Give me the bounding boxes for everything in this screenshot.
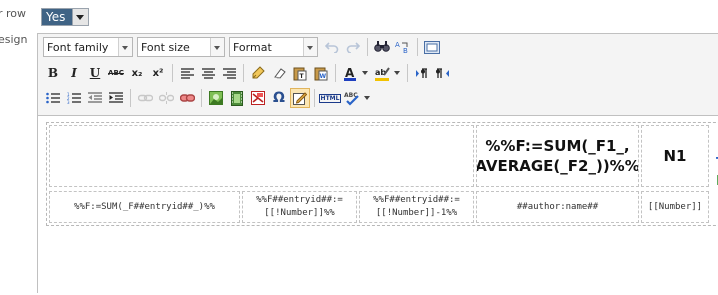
highlight-color-icon[interactable]: ab	[372, 63, 392, 83]
toolbar-separator	[130, 89, 131, 107]
format-label: Format	[233, 40, 272, 54]
anchor-icon[interactable]	[177, 88, 197, 108]
toolbar-row-1: Font family Font size Format AB	[43, 36, 443, 58]
italic-label: I	[71, 66, 77, 80]
table-header-cell[interactable]: %%F:=SUM(_F1_, AVERAGE(_F2_))%%	[476, 125, 639, 187]
superscript-label: x²	[152, 67, 164, 79]
font-size-dropdown[interactable]: Font size	[137, 37, 225, 57]
html-label: HTML	[318, 93, 342, 103]
cell-text: ##author:name##	[516, 201, 599, 212]
chevron-down-icon[interactable]	[393, 63, 401, 83]
svg-text:W: W	[320, 73, 327, 80]
editor-content-area[interactable]: %%F:=SUM(_F1_, AVERAGE(_F2_))%% N1 T M %…	[38, 115, 718, 295]
toolbar-row-2: B I U ABC x₂ x² T W A ab	[43, 62, 454, 84]
align-center-icon[interactable]	[198, 63, 218, 83]
toolbar-separator	[243, 64, 244, 82]
yes-no-select[interactable]: Yes	[41, 8, 89, 26]
omega-label: Ω	[273, 90, 285, 106]
chevron-down-icon[interactable]	[118, 38, 132, 56]
svg-text:A: A	[345, 66, 355, 80]
bold-label: B	[47, 66, 59, 80]
underline-icon[interactable]: U	[85, 63, 105, 83]
underline-label: U	[89, 66, 101, 80]
link-icon[interactable]	[135, 88, 155, 108]
strikethrough-icon[interactable]: ABC	[106, 63, 126, 83]
ltr-icon[interactable]	[412, 63, 432, 83]
indent-icon[interactable]	[106, 88, 126, 108]
cell-text: %%F##entryid##:= [[!Number]]-1%%	[373, 195, 460, 218]
chevron-down-icon[interactable]	[361, 63, 369, 83]
cell-text: %%F##entryid##:= [[!Number]]%%	[256, 195, 343, 218]
toolbar-separator	[172, 64, 173, 82]
align-right-icon[interactable]	[219, 63, 239, 83]
html-icon[interactable]: HTML	[318, 88, 342, 108]
toolbar-separator	[201, 89, 202, 107]
header-cell-text: %%F:=SUM(_F1_, AVERAGE(_F2_))%%	[476, 137, 639, 175]
undo-icon[interactable]	[322, 37, 342, 57]
rtl-icon[interactable]	[433, 63, 453, 83]
header-cell-text: N1	[663, 147, 687, 165]
chevron-down-icon[interactable]	[363, 88, 371, 108]
table-cell[interactable]: ##author:name##	[476, 191, 639, 223]
toolbar-row-3: 123 Ω HTML ABC	[43, 87, 374, 109]
toolbar-separator	[314, 89, 315, 107]
toolbar-separator	[335, 64, 336, 82]
toolbar-separator	[417, 38, 418, 56]
bold-icon[interactable]: B	[43, 63, 63, 83]
table-cell[interactable]: %%F##entryid##:= [[!Number]]-1%%	[359, 191, 474, 223]
unlink-icon[interactable]	[156, 88, 176, 108]
find-icon[interactable]	[372, 37, 392, 57]
toolbar-separator	[367, 38, 368, 56]
numbered-list-icon[interactable]: 123	[64, 88, 84, 108]
table-cell[interactable]: %%F##entryid##:= [[!Number]]%%	[242, 191, 357, 223]
font-size-label: Font size	[141, 40, 190, 54]
table-header-cell[interactable]: N1	[641, 125, 709, 187]
image-icon[interactable]	[206, 88, 226, 108]
chevron-down-icon[interactable]	[72, 9, 88, 25]
align-left-icon[interactable]	[177, 63, 197, 83]
chevron-down-icon[interactable]	[303, 38, 317, 56]
svg-text:A: A	[395, 41, 400, 49]
svg-text:B: B	[403, 47, 408, 54]
design-label: esign	[0, 33, 28, 46]
chevron-down-icon[interactable]	[210, 38, 224, 56]
omega-icon[interactable]: Ω	[269, 88, 289, 108]
spellcheck-icon[interactable]: ABC	[342, 88, 362, 108]
edit-icon[interactable]	[290, 88, 310, 108]
italic-icon[interactable]: I	[64, 63, 84, 83]
bullet-list-icon[interactable]	[43, 88, 63, 108]
cleanup-icon[interactable]	[248, 63, 268, 83]
font-family-label: Font family	[47, 40, 109, 54]
select-value: Yes	[46, 10, 66, 24]
remove-format-icon[interactable]	[269, 63, 289, 83]
paste-text-icon[interactable]: T	[290, 63, 310, 83]
subscript-icon[interactable]: x₂	[127, 63, 147, 83]
table-cell[interactable]: %%F:=SUM(_F##entryid##_)%%	[49, 191, 240, 223]
toolbar-separator	[407, 64, 408, 82]
strike-label: ABC	[108, 69, 124, 77]
subscript-label: x₂	[131, 67, 143, 79]
outdent-icon[interactable]	[85, 88, 105, 108]
fullscreen-icon[interactable]	[422, 37, 442, 57]
text-color-icon[interactable]: A	[340, 63, 360, 83]
superscript-icon[interactable]: x²	[148, 63, 168, 83]
cell-text: [[Number]]	[647, 201, 703, 212]
format-dropdown[interactable]: Format	[229, 37, 318, 57]
replace-icon[interactable]: AB	[393, 37, 413, 57]
table-header-cell[interactable]	[49, 125, 474, 187]
svg-text:3: 3	[67, 100, 70, 104]
redo-icon[interactable]	[343, 37, 363, 57]
show-row-label: r row	[0, 7, 27, 20]
template-table: %%F:=SUM(_F1_, AVERAGE(_F2_))%% N1 T M %…	[46, 122, 718, 226]
cell-text: %%F:=SUM(_F##entryid##_)%%	[74, 201, 215, 212]
table-cell[interactable]: [[Number]]	[641, 191, 709, 223]
rich-text-editor: Font family Font size Format AB B I U AB…	[37, 33, 718, 295]
media-icon[interactable]	[227, 88, 247, 108]
paste-word-icon[interactable]: W	[311, 63, 331, 83]
pdf-icon[interactable]	[248, 88, 268, 108]
font-family-dropdown[interactable]: Font family	[43, 37, 133, 57]
